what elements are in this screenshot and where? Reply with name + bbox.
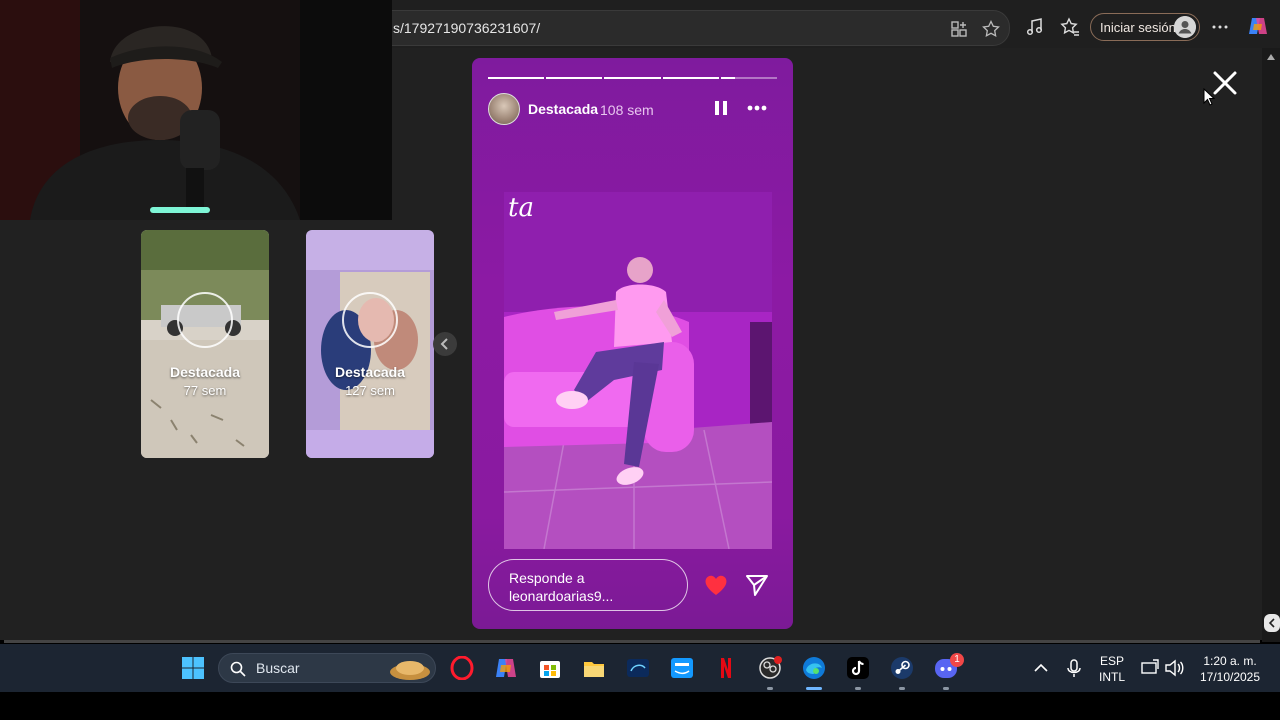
- scrollbar[interactable]: [1262, 48, 1280, 642]
- opera-icon[interactable]: [450, 656, 474, 680]
- clock-date[interactable]: 17/10/2025: [1194, 670, 1266, 684]
- page-border: [4, 640, 1260, 643]
- send-message-icon[interactable]: [744, 573, 770, 597]
- scroll-side-button-icon[interactable]: [1264, 614, 1280, 632]
- address-text: s/17927190736231607/: [393, 20, 541, 36]
- prime-video-icon[interactable]: [670, 656, 694, 680]
- like-heart-icon[interactable]: [703, 573, 729, 597]
- windows-start-icon[interactable]: [181, 656, 205, 680]
- story-viewer[interactable]: Destacada 108 sem ta Responde a leonardo…: [472, 58, 793, 629]
- story-age: 108 sem: [600, 102, 654, 118]
- highlight-title: Destacada: [169, 364, 241, 380]
- chevron-left-icon: [440, 338, 448, 350]
- edge-browser-icon[interactable]: [802, 656, 826, 680]
- pause-icon[interactable]: [712, 98, 730, 118]
- favorites-icon[interactable]: [1060, 17, 1080, 37]
- keyboard-layout[interactable]: INTL: [1096, 670, 1128, 684]
- keyboard-language[interactable]: ESP: [1096, 654, 1128, 668]
- highlight-age: 127 sem: [345, 383, 395, 398]
- highlight-thumbnail-beach[interactable]: Destacada 77 sem: [141, 230, 269, 458]
- close-icon[interactable]: [1212, 70, 1238, 96]
- story-photo-scene: ta: [504, 192, 772, 549]
- copilot-icon[interactable]: [1246, 14, 1270, 38]
- active-app-indicator: [806, 687, 822, 690]
- running-indicator: [899, 687, 905, 690]
- address-bar[interactable]: s/17927190736231607/: [300, 10, 1010, 46]
- highlight-avatar-ring: [342, 292, 398, 348]
- search-icon: [230, 661, 246, 677]
- story-photo: ta: [504, 192, 772, 549]
- story-progress-segment: [546, 77, 603, 79]
- netflix-icon[interactable]: [714, 656, 738, 680]
- volume-icon[interactable]: [1164, 656, 1184, 680]
- media-control-icon[interactable]: [1025, 17, 1045, 37]
- highlight-thumbnail-family[interactable]: Destacada 127 sem: [306, 230, 434, 458]
- story-progress-segment: [662, 77, 719, 79]
- streamer-webcam-image: [0, 0, 392, 220]
- search-highlight-icon: [390, 661, 430, 680]
- signin-label: Iniciar sesión: [1100, 20, 1176, 35]
- microsoft-store-icon[interactable]: [538, 656, 562, 680]
- obs-recording-icon[interactable]: [758, 656, 782, 680]
- tiktok-icon[interactable]: [846, 656, 870, 680]
- clock-time[interactable]: 1:20 a. m.: [1194, 654, 1266, 668]
- running-indicator: [855, 687, 861, 690]
- search-label: Buscar: [256, 660, 300, 676]
- reply-input[interactable]: Responde a leonardoarias9...: [488, 559, 688, 611]
- file-explorer-icon[interactable]: [582, 656, 606, 680]
- story-progress-segment: [604, 77, 661, 79]
- disney-plus-icon[interactable]: [626, 656, 650, 680]
- network-icon[interactable]: [1140, 656, 1160, 680]
- previous-story-button[interactable]: [433, 332, 457, 356]
- reply-placeholder: Responde a leonardoarias9...: [509, 570, 614, 604]
- highlight-age: 77 sem: [183, 383, 227, 398]
- mouse-cursor-icon: [1203, 88, 1215, 106]
- favorite-star-icon[interactable]: [982, 20, 1000, 38]
- taskbar-search[interactable]: Buscar: [218, 653, 436, 683]
- app-available-icon[interactable]: [950, 20, 968, 38]
- scroll-up-arrow-icon[interactable]: [1266, 52, 1276, 62]
- more-options-icon[interactable]: [1210, 17, 1230, 37]
- screen-bottom-area: [0, 692, 1280, 720]
- story-progress-segment: [720, 77, 777, 79]
- microphone-icon[interactable]: [1064, 656, 1084, 680]
- story-username[interactable]: Destacada: [528, 101, 598, 117]
- profile-avatar-icon: [1174, 16, 1196, 38]
- webcam-overlay: [0, 0, 392, 220]
- windows-taskbar: Buscar 1 ESP INTL 1:20 a. m. 17/10/2025: [0, 644, 1280, 692]
- signin-button[interactable]: Iniciar sesión: [1090, 13, 1200, 41]
- running-indicator: [767, 687, 773, 690]
- discord-notification-badge: 1: [950, 653, 964, 667]
- copilot-app-icon[interactable]: [494, 656, 518, 680]
- neon-sign-text: ta: [508, 193, 534, 223]
- highlight-avatar-ring: [177, 292, 233, 348]
- chevron-up-icon[interactable]: [1032, 656, 1050, 680]
- highlight-title: Destacada: [334, 364, 406, 380]
- story-more-options-icon[interactable]: [746, 99, 768, 117]
- story-avatar[interactable]: [488, 93, 520, 125]
- running-indicator: [943, 687, 949, 690]
- steam-icon[interactable]: [890, 656, 914, 680]
- story-progress-segment: [488, 77, 545, 79]
